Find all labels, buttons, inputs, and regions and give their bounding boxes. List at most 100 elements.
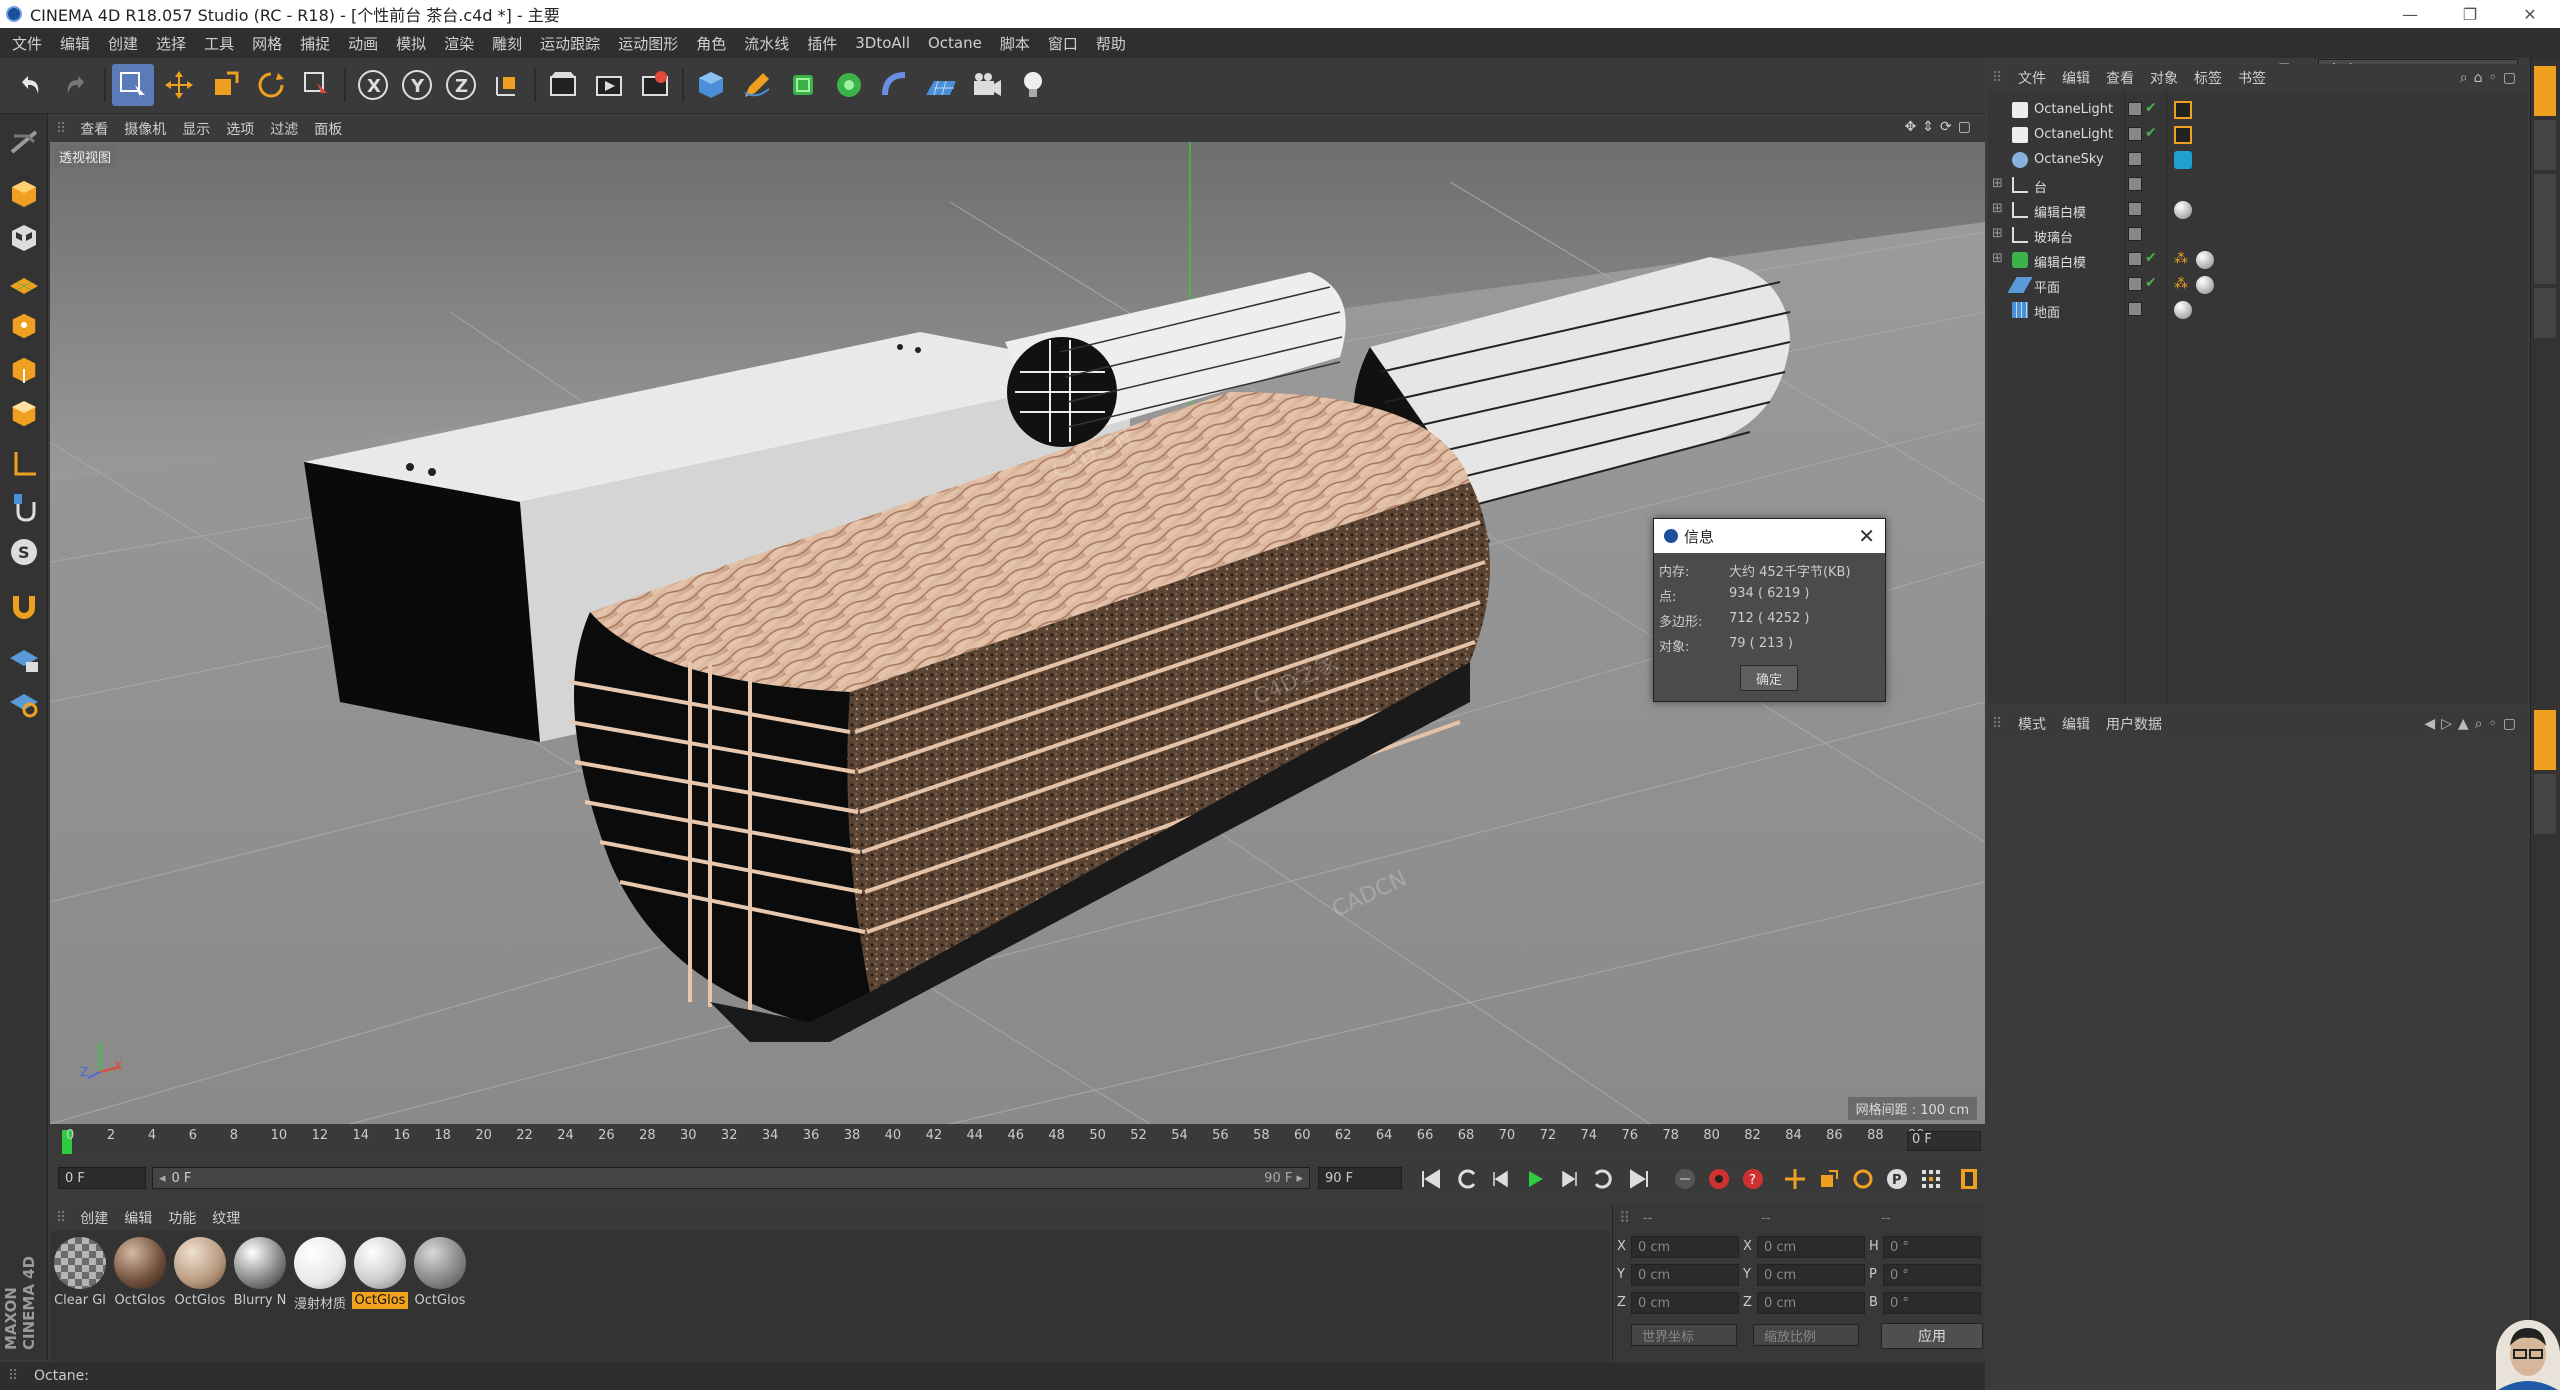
visibility-toggle[interactable] [2128, 252, 2142, 266]
viewport-menu-view[interactable]: 查看 [72, 119, 116, 139]
coordinate-space-select[interactable]: 世界坐标 [1631, 1324, 1737, 1346]
previous-key-icon[interactable] [1452, 1164, 1482, 1194]
object-row[interactable]: ⊞ 编辑白模 ✔ ⁂ [1988, 248, 2528, 272]
attribute-menu-user-data[interactable]: 用户数据 [2098, 714, 2170, 734]
enabled-check-icon[interactable]: ✔ [2145, 250, 2157, 266]
size-y-field[interactable]: 0 cm [1757, 1264, 1865, 1286]
x-axis-icon[interactable]: X [352, 64, 394, 106]
live-selection-icon[interactable] [112, 64, 154, 106]
planar-workplane-icon[interactable] [4, 684, 44, 724]
menu-window[interactable]: 窗口 [1039, 33, 1087, 54]
rotation-p-field[interactable]: 0 ° [1883, 1264, 1981, 1286]
visibility-toggle[interactable] [2128, 127, 2142, 141]
visibility-toggle[interactable] [2128, 102, 2142, 116]
end-frame-field[interactable]: 90 F [1318, 1167, 1402, 1189]
keyframe-selection-icon[interactable]: ? [1738, 1164, 1768, 1194]
menu-animate[interactable]: 动画 [339, 33, 387, 54]
visibility-toggle[interactable] [2128, 277, 2142, 291]
attributes-tab[interactable] [2534, 710, 2556, 770]
position-key-icon[interactable] [1780, 1164, 1810, 1194]
redo-icon[interactable] [56, 64, 98, 106]
menu-plugins[interactable]: 插件 [798, 33, 846, 54]
material-swatch[interactable]: OctGlos [172, 1237, 228, 1309]
maximize-button[interactable]: ❐ [2440, 0, 2500, 28]
rotation-key-icon[interactable] [1848, 1164, 1878, 1194]
menu-motion-tracking[interactable]: 运动跟踪 [531, 33, 609, 54]
deformer-icon[interactable] [874, 64, 916, 106]
object-row[interactable]: ⊞ 台 [1988, 173, 2528, 197]
material-tag-icon[interactable] [2196, 276, 2214, 294]
expand-icon[interactable]: ⊞ [1992, 251, 2003, 266]
floor-icon[interactable] [920, 64, 962, 106]
visibility-toggle[interactable] [2128, 302, 2142, 316]
play-icon[interactable] [1520, 1164, 1550, 1194]
selection-tag-icon[interactable]: ⁂ [2174, 251, 2192, 269]
visibility-toggle[interactable] [2128, 202, 2142, 216]
objects-tab[interactable] [2534, 66, 2556, 116]
current-frame-field[interactable]: 0 F [1907, 1131, 1981, 1151]
rotation-h-field[interactable]: 0 ° [1883, 1236, 1981, 1258]
y-axis-icon[interactable]: Y [396, 64, 438, 106]
coordinate-system-icon[interactable] [486, 64, 528, 106]
menu-pipeline[interactable]: 流水线 [735, 33, 798, 54]
size-mode-select[interactable]: 缩放比例 [1753, 1324, 1859, 1346]
start-frame-field[interactable]: 0 F [58, 1167, 146, 1189]
material-swatch[interactable]: OctGlos [112, 1237, 168, 1309]
scale-icon[interactable] [204, 64, 246, 106]
frame-range-slider[interactable]: ◂ 0 F 90 F ▸ [152, 1167, 1310, 1189]
apply-button[interactable]: 应用 [1881, 1323, 1983, 1349]
workplane-icon[interactable] [4, 262, 44, 302]
viewport-navigation-icon[interactable]: ✥⇕⟳▢ [1905, 119, 1977, 135]
parameter-key-icon[interactable]: P [1882, 1164, 1912, 1194]
render-picture-viewer-icon[interactable] [588, 64, 630, 106]
structure-tab[interactable] [2534, 288, 2556, 338]
axis-mode-icon[interactable] [4, 444, 44, 484]
cloner-icon[interactable] [828, 64, 870, 106]
menu-script[interactable]: 脚本 [991, 33, 1039, 54]
render-settings-icon[interactable] [634, 64, 676, 106]
viewport-menu-camera[interactable]: 摄像机 [116, 119, 174, 139]
rotation-b-field[interactable]: 0 ° [1883, 1292, 1981, 1314]
object-row[interactable]: OctaneLight ✔ [1988, 98, 2528, 122]
material-swatch[interactable]: Clear Gl [52, 1237, 108, 1309]
menu-octane[interactable]: Octane [919, 34, 991, 52]
material-menu-texture[interactable]: 纹理 [204, 1208, 248, 1228]
object-manager-tools-icon[interactable]: ⌕⌂◦▢ [2460, 70, 2522, 86]
menu-edit[interactable]: 编辑 [51, 33, 99, 54]
rotate-icon[interactable] [250, 64, 292, 106]
model-mode-icon[interactable] [4, 174, 44, 214]
timeline-window-icon[interactable] [1954, 1164, 1984, 1194]
recent-tools-icon[interactable] [296, 64, 338, 106]
snap-icon[interactable]: S [4, 532, 44, 572]
object-row[interactable]: OctaneLight ✔ [1988, 123, 2528, 147]
previous-frame-icon[interactable] [1486, 1164, 1516, 1194]
octane-environment-tag-icon[interactable] [2174, 151, 2192, 169]
viewport-menu-panel[interactable]: 面板 [306, 119, 350, 139]
menu-create[interactable]: 创建 [99, 33, 147, 54]
next-key-icon[interactable] [1588, 1164, 1618, 1194]
visibility-toggle[interactable] [2128, 227, 2142, 241]
material-tag-icon[interactable] [2174, 201, 2192, 219]
object-menu-edit[interactable]: 编辑 [2054, 68, 2098, 88]
point-level-animation-icon[interactable] [1916, 1164, 1946, 1194]
goto-start-icon[interactable] [1416, 1164, 1446, 1194]
position-z-field[interactable]: 0 cm [1631, 1292, 1739, 1314]
size-z-field[interactable]: 0 cm [1757, 1292, 1865, 1314]
menu-simulate[interactable]: 模拟 [387, 33, 435, 54]
move-icon[interactable] [158, 64, 200, 106]
octane-light-tag-icon[interactable] [2174, 101, 2192, 119]
menu-file[interactable]: 文件 [0, 33, 51, 54]
material-menu-function[interactable]: 功能 [160, 1208, 204, 1228]
material-tag-icon[interactable] [2174, 301, 2192, 319]
locked-workplane-icon[interactable] [4, 640, 44, 680]
material-swatch-selected[interactable]: OctGlos [352, 1237, 408, 1309]
menu-character[interactable]: 角色 [687, 33, 735, 54]
make-editable-icon[interactable] [4, 122, 44, 162]
pen-icon[interactable] [736, 64, 778, 106]
ok-button[interactable]: 确定 [1740, 665, 1798, 691]
minimize-button[interactable]: — [2380, 0, 2440, 28]
z-axis-icon[interactable]: Z [440, 64, 482, 106]
record-keys-icon[interactable] [1670, 1164, 1700, 1194]
octane-light-tag-icon[interactable] [2174, 126, 2192, 144]
object-row[interactable]: ⊞ 编辑白模 [1988, 198, 2528, 222]
